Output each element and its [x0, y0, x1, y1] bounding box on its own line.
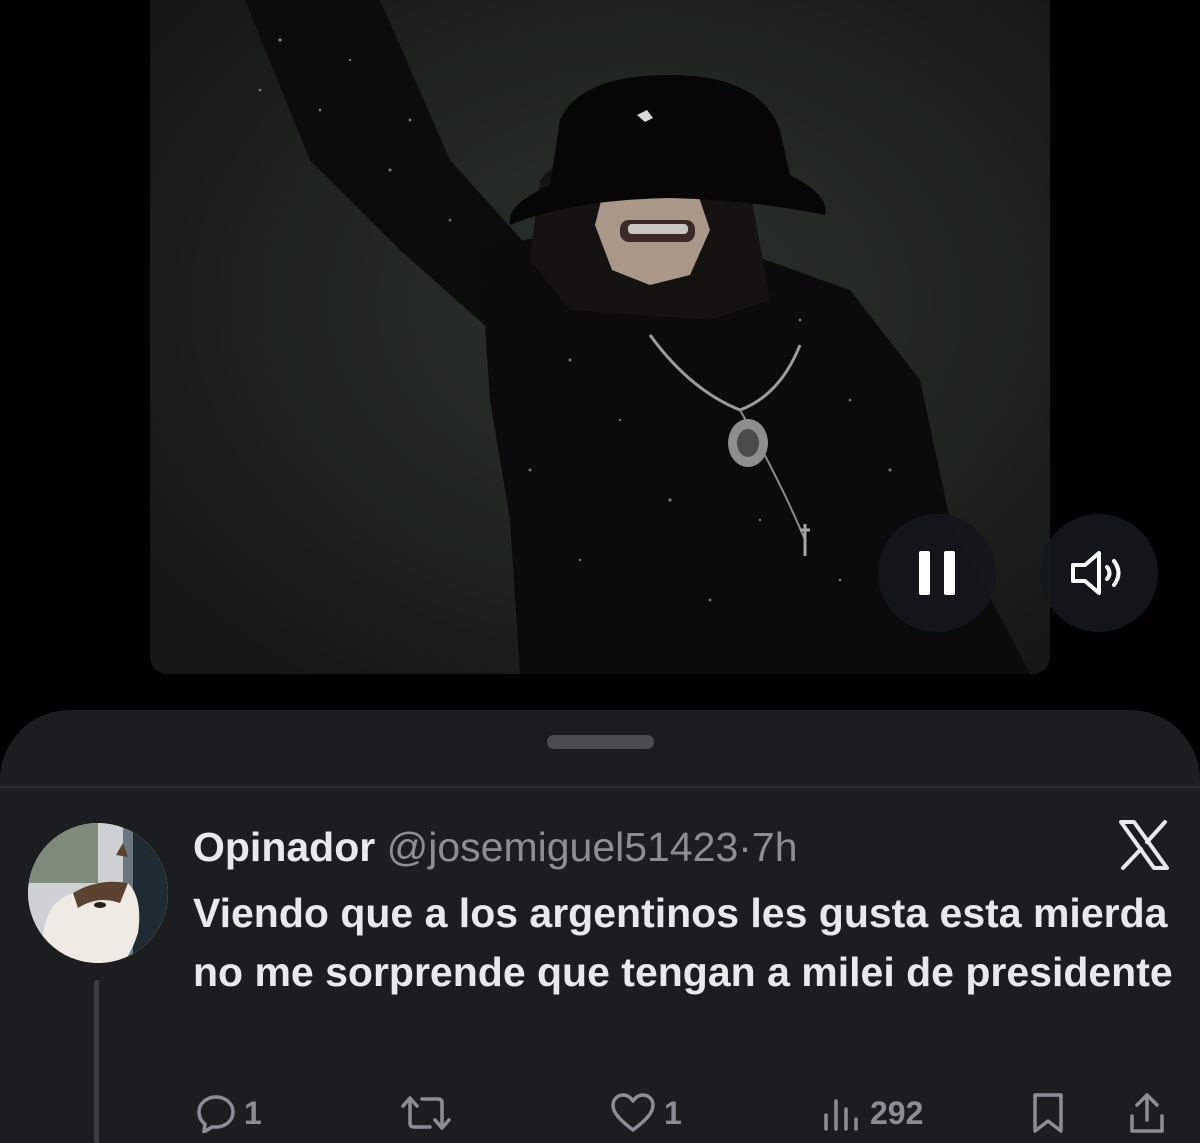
divider [0, 786, 1200, 788]
x-logo-icon [1119, 820, 1169, 870]
avatar-image [28, 823, 168, 963]
like-count: 1 [664, 1094, 682, 1131]
thread-line [94, 980, 99, 1143]
views-icon [824, 1099, 858, 1131]
sheet-grabber[interactable] [547, 735, 654, 749]
volume-icon [1071, 551, 1121, 595]
user-handle[interactable]: @josemiguel51423 [387, 824, 739, 870]
heart-icon [611, 1093, 655, 1132]
separator: · [738, 824, 752, 870]
pause-icon [919, 551, 955, 595]
app-screen: Opinador @josemiguel51423·7h Viendo que … [0, 0, 1200, 1143]
share-icon [1130, 1093, 1164, 1133]
avatar[interactable] [28, 823, 168, 963]
bookmark-icon [1033, 1093, 1063, 1133]
pause-button[interactable] [878, 514, 996, 632]
like-button[interactable]: 1 [610, 1088, 682, 1138]
display-name[interactable]: Opinador [193, 824, 375, 870]
view-count: 292 [870, 1094, 924, 1131]
bookmark-button[interactable] [1030, 1088, 1066, 1138]
tweet-header: Opinador @josemiguel51423·7h [193, 821, 798, 873]
volume-button[interactable] [1040, 514, 1158, 632]
reply-icon [197, 1095, 235, 1133]
reply-count: 1 [244, 1094, 262, 1131]
views-button[interactable]: 292 [822, 1088, 923, 1138]
reply-button[interactable]: 1 [196, 1088, 262, 1138]
share-button[interactable] [1128, 1088, 1166, 1138]
tweet-text: Viendo que a los argentinos les gusta es… [193, 890, 1173, 995]
retweet-icon [401, 1096, 451, 1130]
retweet-button[interactable] [400, 1088, 460, 1138]
timestamp[interactable]: 7h [752, 824, 798, 870]
